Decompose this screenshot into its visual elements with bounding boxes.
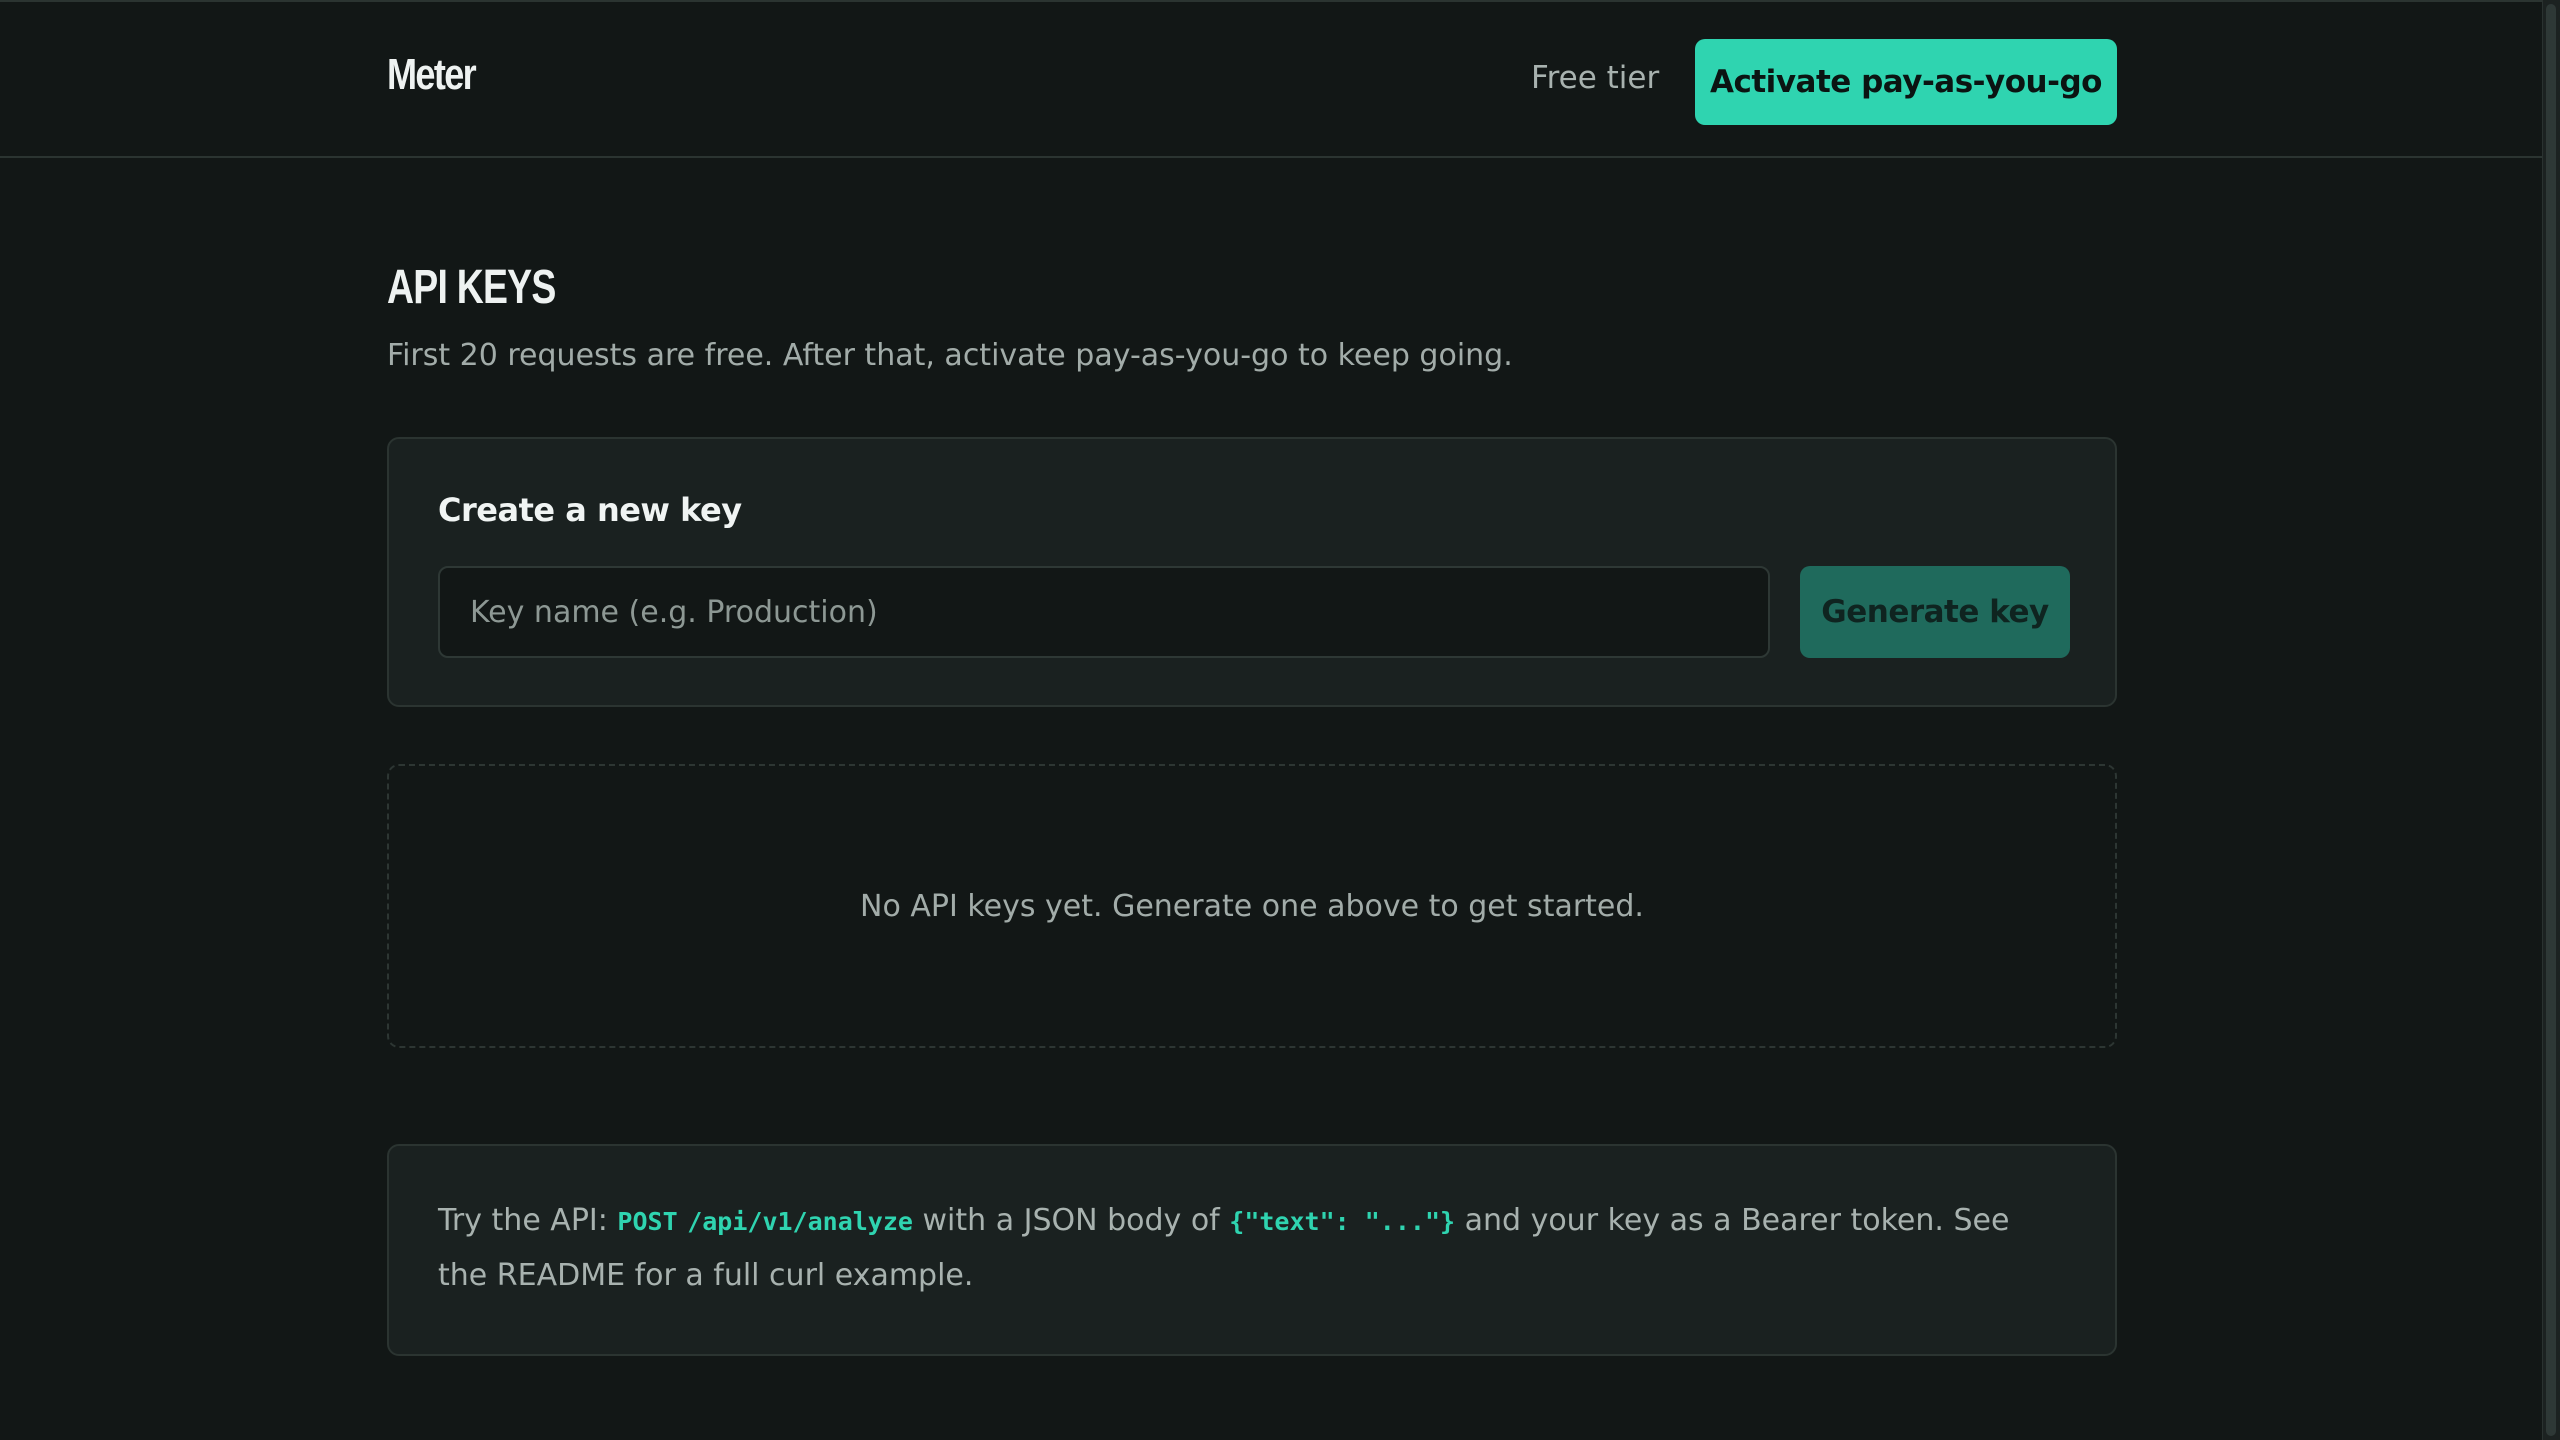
api-usage-hint: Try the API: POST /api/v1/analyze with a…	[438, 1194, 2055, 1303]
http-method-code: POST	[617, 1207, 678, 1236]
scrollbar-thumb[interactable]	[2546, 4, 2556, 1436]
page-title: API KEYS	[387, 261, 556, 314]
api-usage-hint-card: Try the API: POST /api/v1/analyze with a…	[387, 1144, 2117, 1356]
api-keys-empty-state: No API keys yet. Generate one above to g…	[387, 764, 2117, 1048]
plan-tier-label: Free tier	[1531, 60, 1660, 96]
app-viewport: Meter Free tier Activate pay-as-you-go A…	[0, 0, 2542, 1440]
json-body-code: {"text": "..."}	[1229, 1207, 1456, 1236]
generate-key-button[interactable]: Generate key	[1800, 566, 2070, 658]
hint-middle: with a JSON body of	[912, 1203, 1230, 1238]
endpoint-path-code: /api/v1/analyze	[687, 1207, 913, 1236]
key-name-input[interactable]	[438, 566, 1770, 658]
create-key-card: Create a new key Generate key	[387, 437, 2117, 707]
empty-state-message: No API keys yet. Generate one above to g…	[860, 888, 1644, 924]
create-key-title: Create a new key	[438, 491, 742, 529]
activate-pay-as-you-go-button[interactable]: Activate pay-as-you-go	[1695, 39, 2117, 125]
top-bar: Meter Free tier Activate pay-as-you-go	[0, 0, 2542, 158]
page-subtitle: First 20 requests are free. After that, …	[387, 338, 1513, 373]
brand-logo[interactable]: Meter	[387, 50, 477, 100]
hint-prefix: Try the API:	[438, 1203, 618, 1238]
